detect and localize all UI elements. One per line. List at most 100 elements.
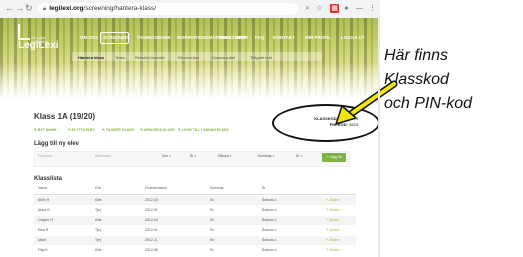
chevron-down-icon: ▾ <box>229 154 232 158</box>
action-delete-label: TA BORT KLASS <box>105 128 134 132</box>
menu-icon[interactable]: ⋮ <box>368 4 377 13</box>
nav-min-profil[interactable]: MIN PROFIL <box>305 35 331 40</box>
star-icon[interactable]: ☆ <box>315 4 324 13</box>
table-row: Albin H Kille 2012-03 Sv Årskurs 1 ✎ Ändra <box>34 196 356 205</box>
table-row: Filip K Kille 2012-06 Sv Årskurs 1 ✎ Ändra <box>34 246 356 255</box>
reload-icon[interactable]: ↻ <box>25 3 33 14</box>
column-header-birthdate: Födelsedatum <box>145 186 168 190</box>
action-archive-class[interactable]: ✎ ARKIVERA KLASS <box>140 128 175 132</box>
table-cell: Sv <box>210 228 215 232</box>
column-header-kunskap: Kunskap <box>210 186 224 190</box>
subnav-tidigare-test[interactable]: Tidigare test <box>250 55 272 60</box>
nav-ovningsbank[interactable]: ÖVNINGSBANK <box>137 35 171 40</box>
table-cell: Anna G <box>38 208 50 212</box>
table-cell: Årskurs 1 <box>262 228 277 232</box>
table-cell: 2012-03 <box>145 198 158 202</box>
edit-student-link[interactable]: ✎ Ändra <box>326 198 339 202</box>
table-cell: Årskurs 1 <box>262 248 277 252</box>
add-student-button[interactable]: + Lägg till <box>322 153 346 162</box>
table-row: Casper H Kille 2012-04 Sv Årskurs 1 ✎ Ändra <box>34 216 356 225</box>
table-cell: Elsa R <box>38 228 49 232</box>
gender-select[interactable]: Kön ▾ <box>162 154 171 158</box>
edit-label: Ändra <box>329 248 340 252</box>
back-icon[interactable]: ← <box>5 3 14 13</box>
grade-select-label: År <box>296 154 300 158</box>
chevron-down-icon: ▾ <box>194 154 197 158</box>
annotation-line-2: Klasskod <box>384 71 449 88</box>
subnav-testa[interactable]: Testa <box>115 55 125 60</box>
edit-label: Ändra <box>329 208 340 212</box>
column-header-gender: Kön <box>95 186 102 190</box>
action-delete-class[interactable]: ✎ TA BORT KLASS <box>102 128 134 132</box>
minimize-icon[interactable]: — <box>355 4 364 13</box>
edit-student-link[interactable]: ✎ Ändra <box>326 238 339 242</box>
annotation-line-3: och PIN-kod <box>384 95 473 112</box>
edit-label: Ändra <box>329 218 340 222</box>
action-rename[interactable]: ✎ BYT NAMN <box>34 128 56 132</box>
edit-student-link[interactable]: ✎ Ändra <box>326 248 339 252</box>
table-cell: 2012-04 <box>145 218 158 222</box>
table-cell: Årskurs 1 <box>262 238 277 242</box>
table-cell: Marit <box>38 238 46 242</box>
edit-student-link[interactable]: ✎ Ändra <box>326 218 339 222</box>
annotation-line-1: Här finns <box>384 47 449 64</box>
grade-select[interactable]: År ▾ <box>296 154 302 158</box>
status-dot-icon: ● <box>344 5 349 12</box>
chevron-down-icon: ▾ <box>300 154 303 158</box>
page-scrollbar[interactable] <box>378 18 380 257</box>
extension-icon[interactable]: ▦ <box>330 4 339 13</box>
table-cell: 2012-01 <box>145 208 158 212</box>
action-move-student[interactable]: ✎ FLYTTA ELEV <box>68 128 95 132</box>
action-move-label: FLYTTA ELEV <box>71 128 95 132</box>
column-header-name: Namn <box>38 186 48 190</box>
table-cell: Sv <box>210 248 215 252</box>
nav-logga-ut[interactable]: LOGGA UT <box>341 35 365 40</box>
table-row: Anna G Tjej 2012-01 Sv Årskurs 1 ✎ Ändra <box>34 206 356 215</box>
edit-student-link[interactable]: ✎ Ändra <box>326 228 339 232</box>
edit-student-link[interactable]: ✎ Ändra <box>326 208 339 212</box>
action-add-to-other-class[interactable]: ✎ LÄGG TILL I ANNAN KLASS <box>178 128 229 132</box>
nav-faq[interactable]: FAQ <box>255 35 264 40</box>
class-list-title: Klasslista <box>34 176 63 182</box>
url-host: legilexi.org <box>49 5 84 12</box>
add-student-button-label: Lägg till <box>329 155 342 159</box>
add-student-title: Lägg till ny elev <box>34 141 80 147</box>
edit-label: Ändra <box>329 198 340 202</box>
table-cell: Sv <box>210 208 215 212</box>
month-select[interactable]: Månad ▾ <box>218 154 231 158</box>
table-cell: Årskurs 1 <box>262 198 277 202</box>
table-cell: Årskurs 1 <box>262 218 277 222</box>
subnav-hantera-klass[interactable]: Hantera klass <box>78 55 104 60</box>
site-logo[interactable]: LegiLexi ett gratis nätverktyg <box>18 24 59 51</box>
nav-om-oss[interactable]: OM OSS <box>80 35 98 40</box>
nav-kontakt[interactable]: KONTAKT <box>273 35 295 40</box>
table-cell: Casper H <box>38 218 53 222</box>
table-row: Marit Tjej 2012-11 Sv Årskurs 1 ✎ Ändra <box>34 236 356 245</box>
action-rename-label: BYT NAMN <box>37 128 57 132</box>
table-cell: 2012-01 <box>145 228 158 232</box>
logo-subtitle: ett gratis nätverktyg <box>32 36 49 44</box>
nav-gdpr[interactable]: GDPR <box>235 35 248 40</box>
action-archive-label: ARKIVERA KLASS <box>143 128 175 132</box>
table-cell: Tjej <box>95 228 101 232</box>
column-header-year: År <box>262 186 266 190</box>
table-cell: Årskurs 1 <box>262 208 277 212</box>
subnav-elevresultat[interactable]: Elevresultat <box>178 55 199 60</box>
subnav-klassresultat[interactable]: Klassresultat <box>212 55 235 60</box>
kunskap-select[interactable]: Kunskap ▾ <box>258 154 274 158</box>
table-cell: 2012-06 <box>145 248 158 252</box>
chevron-down-icon: ▾ <box>272 154 275 158</box>
table-cell: Sv <box>210 198 215 202</box>
forward-icon[interactable]: → <box>15 3 24 13</box>
search-icon[interactable]: ⌕ <box>303 4 312 13</box>
lastname-input[interactable]: Efternamn <box>95 154 111 158</box>
month-select-label: Månad <box>218 154 229 158</box>
address-bar[interactable]: 🔒︎ legilexi.org/screening/hantera-klass/ <box>38 3 298 15</box>
annotation-arrow-icon <box>335 80 398 125</box>
firstname-input[interactable]: Förnamn <box>38 154 52 158</box>
year-select[interactable]: År ▾ <box>190 154 196 158</box>
subnav-resultat-oversikt[interactable]: Resultat översikt <box>135 55 165 60</box>
nav-screening[interactable]: SCREENING <box>103 35 130 40</box>
lock-icon: 🔒︎ <box>43 6 47 12</box>
class-title: Klass 1A (19/20) <box>34 112 96 121</box>
